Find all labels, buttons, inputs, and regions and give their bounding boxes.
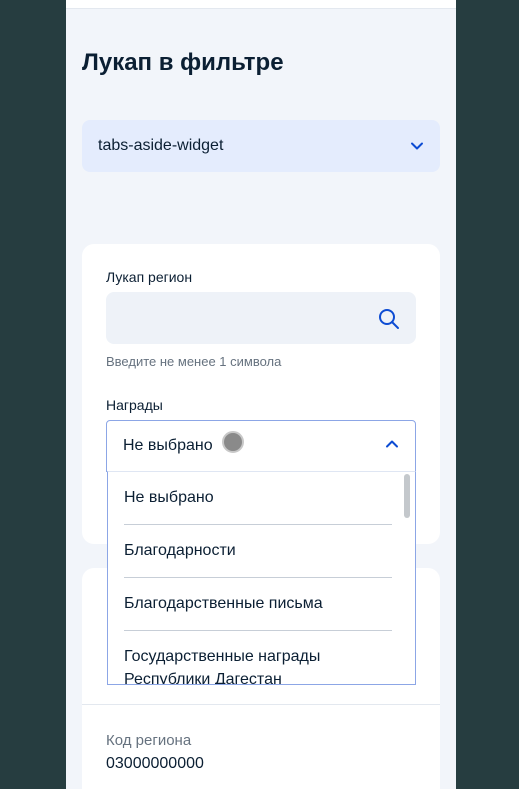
region-code-label: Код региона (106, 732, 192, 749)
divider (124, 524, 392, 525)
region-lookup-input[interactable] (106, 292, 416, 344)
divider (124, 577, 392, 578)
region-code-value: 03000000000 (106, 755, 204, 772)
chevron-up-icon (385, 437, 399, 456)
awards-select-value: Не выбрано (123, 437, 213, 454)
awards-label: Награды (106, 397, 163, 413)
dropdown-option[interactable]: Не выбрано (124, 486, 392, 509)
region-lookup-hint: Введите не менее 1 символа (106, 354, 282, 369)
dropdown-scrollbar[interactable] (404, 474, 410, 518)
dropdown-option[interactable]: Благодарственные письма (124, 592, 392, 615)
awards-select[interactable]: Не выбрано (106, 420, 416, 472)
awards-dropdown-list[interactable]: Не выбрано Благодарности Благодарственны… (107, 471, 416, 685)
chevron-down-icon (410, 139, 424, 153)
top-divider (66, 0, 456, 9)
mouse-cursor (222, 431, 244, 453)
dropdown-option[interactable]: Благодарности (124, 539, 392, 562)
tabs-select-value: tabs-aside-widget (98, 137, 224, 154)
divider (82, 704, 440, 705)
divider (124, 630, 392, 631)
region-lookup-label: Лукап регион (106, 269, 193, 285)
search-icon[interactable] (378, 308, 400, 330)
dropdown-option[interactable]: Государственные награды Республики Дагес… (124, 645, 392, 684)
page-title: Лукап в фильтре (82, 49, 284, 76)
tabs-select[interactable]: tabs-aside-widget (82, 120, 440, 172)
